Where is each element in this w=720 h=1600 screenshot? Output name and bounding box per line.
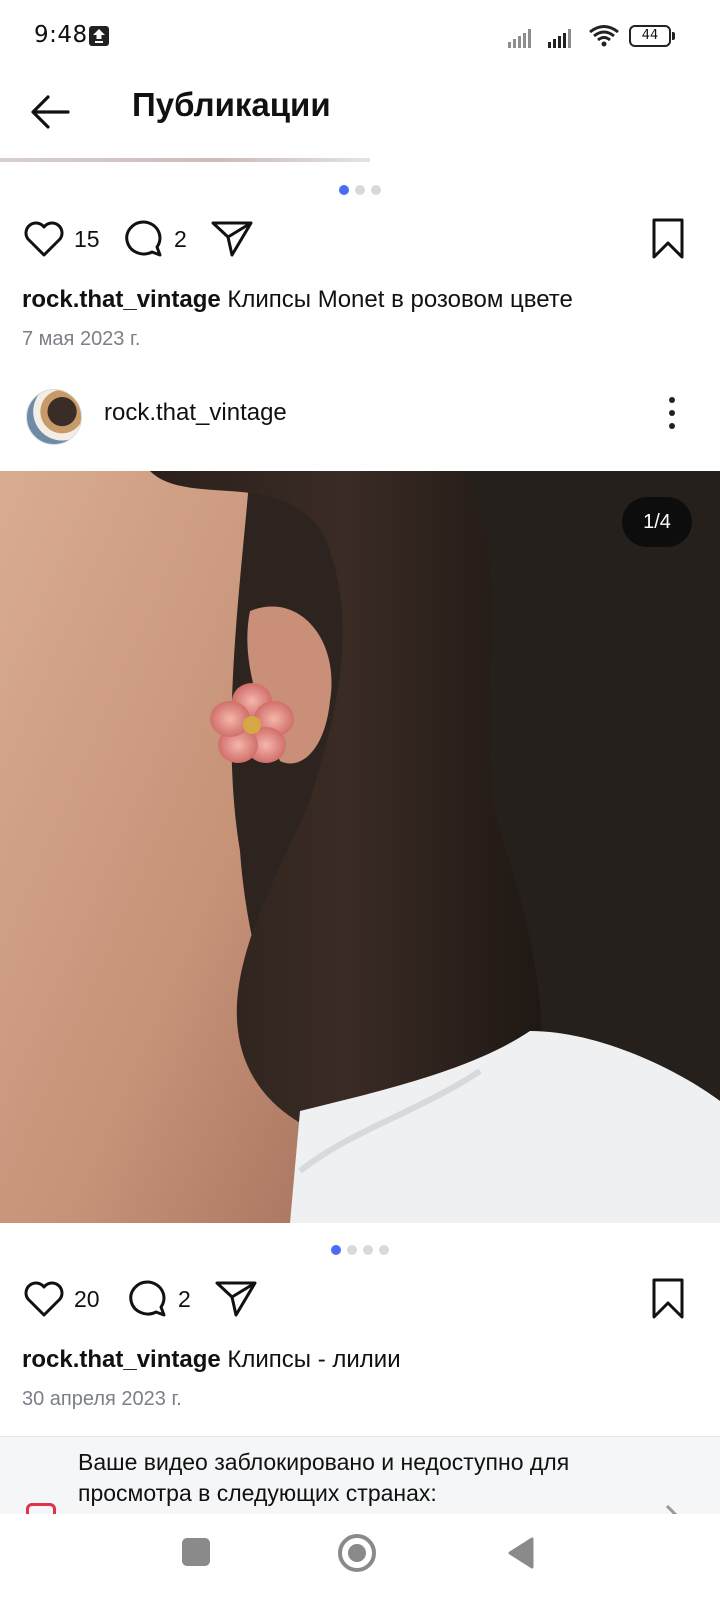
signal-icon [548,29,571,48]
post-date: 7 мая 2023 г. [22,328,141,350]
comment-count: 2 [178,1285,191,1312]
recents-button[interactable] [182,1538,210,1566]
carousel-dot [379,1245,389,1255]
comment-icon [125,220,162,257]
comment-button[interactable]: 2 [122,217,187,261]
heart-icon [24,221,64,257]
app-header: Публикации [0,72,720,158]
share-icon[interactable] [214,1277,258,1321]
wifi-icon [589,25,619,47]
post-photo[interactable]: 1/4 [0,471,720,1223]
bookmark-icon[interactable] [650,217,686,261]
caption-author[interactable]: rock.that_vintage [22,1346,221,1373]
carousel-dots [339,185,381,195]
back-triangle-icon[interactable] [506,1536,536,1570]
arrow-left-icon[interactable] [28,90,76,134]
post-date: 30 апреля 2023 г. [22,1388,182,1410]
chevron-right-icon [665,1504,678,1514]
post-caption: rock.that_vintage Клипсы - лилии [22,1346,401,1374]
carousel-dot [363,1245,373,1255]
post-caption: rock.that_vintage Клипсы Monet в розовом… [22,286,573,314]
signal-icon [508,29,531,48]
carousel-dots [331,1245,389,1255]
more-options-icon[interactable] [666,397,678,437]
bookmark-icon[interactable] [650,1277,686,1321]
upload-icon [89,26,109,46]
carousel-dot [371,185,381,195]
like-button[interactable]: 20 [22,1277,100,1321]
previous-post-image[interactable] [0,158,370,162]
share-icon[interactable] [210,217,254,261]
carousel-dot [347,1245,357,1255]
caption-text: Клипсы - лилии [227,1346,401,1373]
comment-icon [129,1280,166,1317]
status-time: 9:48 [34,22,88,48]
post-actions: 20 2 [0,1277,720,1327]
page-title: Публикации [132,86,331,123]
warning-icon [26,1503,56,1514]
comment-button[interactable]: 2 [126,1277,191,1321]
status-bar: 9:48 44 [0,0,720,72]
battery-level: 44 [641,28,659,43]
battery-icon: 44 [629,25,675,47]
comment-count: 2 [174,225,187,252]
photo-illustration [0,471,720,1223]
like-count: 15 [74,225,100,252]
post-actions: 15 2 [0,217,720,267]
post-author[interactable]: rock.that_vintage [104,399,287,427]
home-button[interactable] [338,1534,376,1572]
like-count: 20 [74,1285,100,1312]
carousel-dot [331,1245,341,1255]
carousel-dot [355,185,365,195]
carousel-dot [339,185,349,195]
image-counter-badge: 1/4 [622,497,692,547]
blocked-video-banner[interactable]: Ваше видео заблокировано и недоступно дл… [0,1436,720,1514]
caption-text: Клипсы Monet в розовом цвете [227,286,573,313]
avatar[interactable] [26,389,82,445]
system-nav-bar [0,1514,720,1600]
like-button[interactable]: 15 [22,217,100,261]
banner-text: Ваше видео заблокировано и недоступно дл… [78,1449,570,1506]
caption-author[interactable]: rock.that_vintage [22,286,221,313]
post-header: rock.that_vintage [0,383,720,463]
heart-icon [24,1281,64,1317]
